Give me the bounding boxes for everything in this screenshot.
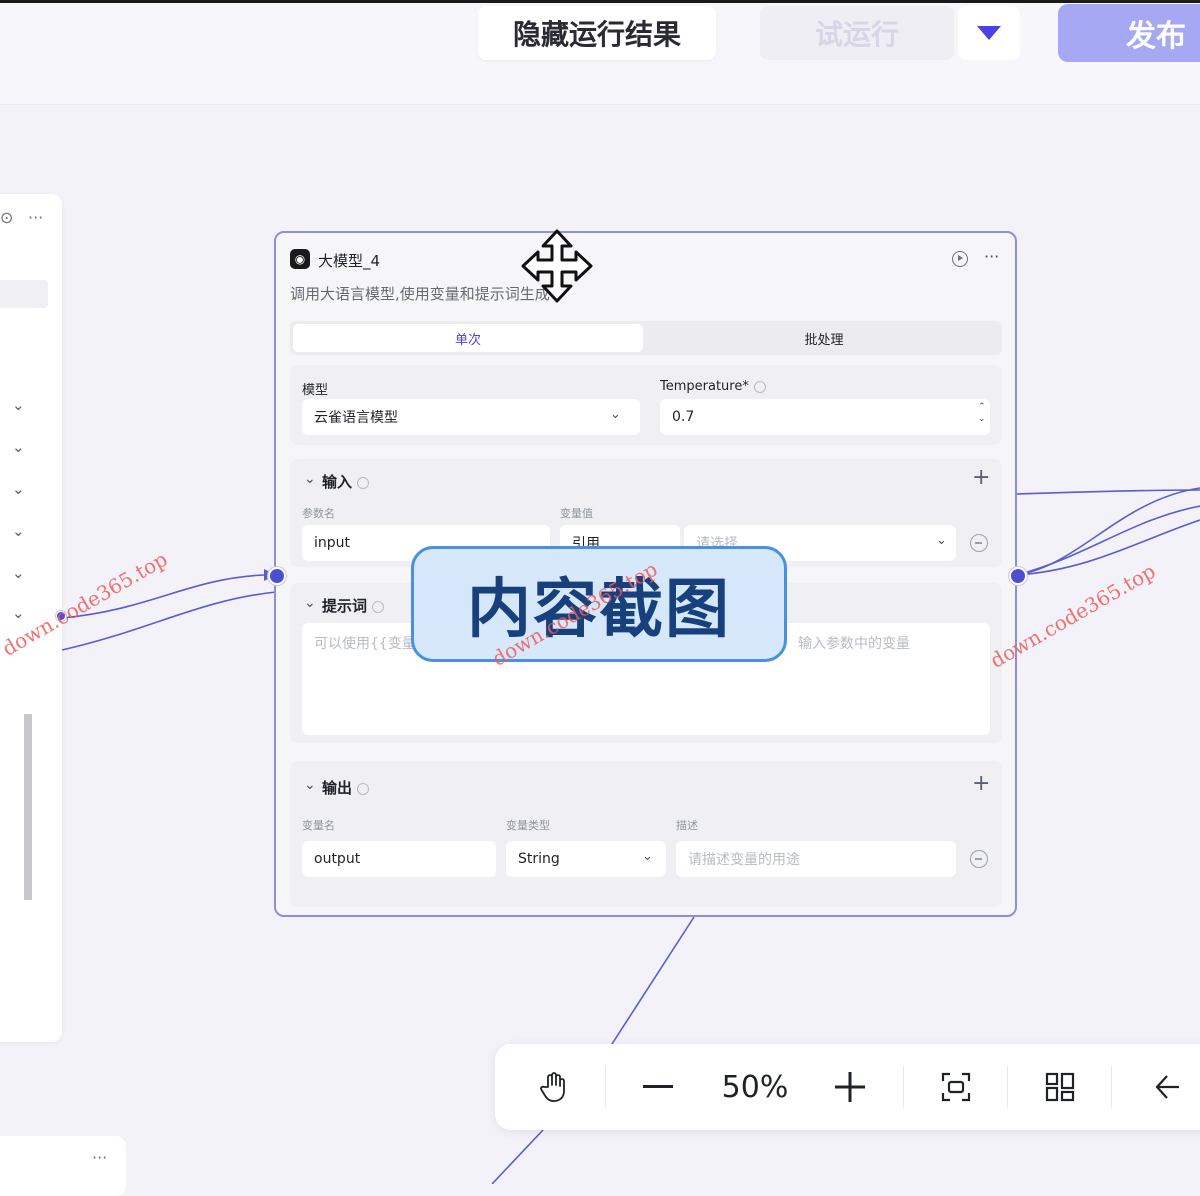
- desc-header: 描述: [676, 819, 698, 832]
- param-name-value: input: [314, 535, 351, 551]
- info-icon[interactable]: [372, 600, 385, 613]
- chevron-down-icon[interactable]: ⌄: [304, 471, 316, 487]
- model-select[interactable]: 云雀语言模型: [302, 399, 640, 435]
- more-icon[interactable]: ···: [984, 247, 999, 266]
- chevron-down-icon[interactable]: ⌄: [12, 522, 25, 540]
- chevron-down-icon: ⌄: [642, 849, 653, 864]
- node-description: 调用大语言模型,使用变量和提示词生成: [290, 285, 550, 303]
- input-title: 输入: [322, 471, 370, 492]
- toolbar-divider: [1007, 1066, 1008, 1108]
- plus-icon[interactable]: +: [972, 467, 990, 489]
- top-bar: 隐藏运行结果 试运行 发布: [0, 0, 1200, 105]
- left-panel-tab[interactable]: [0, 280, 48, 308]
- zoom-out-icon[interactable]: [635, 1064, 681, 1110]
- hand-icon[interactable]: [531, 1064, 577, 1110]
- toolbar-divider: [903, 1066, 904, 1108]
- chevron-down-icon[interactable]: ⌄: [12, 604, 25, 622]
- var-name-header: 变量名: [302, 819, 335, 832]
- var-type-header: 变量类型: [506, 819, 550, 832]
- llm-node-icon: ◉: [290, 249, 310, 269]
- chevron-down-icon[interactable]: ⌄: [12, 396, 25, 414]
- output-section: ⌄ 输出 + 变量名 变量类型 描述 output String ⌄ 请描述变量…: [290, 761, 1002, 907]
- run-mode-tabs: 单次 批处理: [290, 321, 1002, 355]
- info-icon[interactable]: [357, 476, 370, 489]
- prompt-title: 提示词: [322, 595, 385, 616]
- output-var-type-value: String: [518, 851, 560, 867]
- bottom-left-card: ···: [0, 1136, 126, 1196]
- hide-results-button[interactable]: 隐藏运行结果: [478, 6, 716, 60]
- caret-down-icon: [977, 26, 1001, 40]
- chevron-down-icon[interactable]: ⌄: [12, 438, 25, 456]
- model-section: 模型 云雀语言模型 ⌄ Temperature* 0.7 ⌃ ⌄: [290, 365, 1002, 445]
- output-desc-input[interactable]: 请描述变量的用途: [676, 841, 956, 877]
- chevron-down-icon[interactable]: ⌄: [304, 595, 316, 611]
- chevron-down-icon[interactable]: ⌄: [12, 480, 25, 498]
- tab-batch[interactable]: 批处理: [650, 324, 998, 352]
- plus-icon[interactable]: +: [972, 773, 990, 795]
- llm-node-input-port[interactable]: [268, 567, 286, 585]
- test-run-dropdown-button[interactable]: [958, 6, 1020, 60]
- node-title[interactable]: 大模型_4: [318, 250, 380, 271]
- publish-button[interactable]: 发布: [1058, 4, 1200, 62]
- prompt-placeholder-right: 输入参数中的变量: [798, 636, 910, 652]
- test-run-button[interactable]: 试运行: [760, 6, 954, 60]
- info-icon[interactable]: [357, 782, 370, 795]
- model-label: 模型: [302, 383, 329, 398]
- toolbar-divider: [1111, 1066, 1112, 1108]
- temperature-value: 0.7: [672, 409, 695, 425]
- top-divider: [0, 0, 1200, 3]
- chevron-down-icon: ⌄: [936, 533, 947, 548]
- toolbar-divider: [605, 1066, 606, 1108]
- minus-circle-icon[interactable]: [970, 534, 988, 552]
- chevron-down-icon: ⌄: [610, 407, 621, 422]
- play-icon[interactable]: ⊙: [0, 208, 13, 227]
- chevron-down-icon[interactable]: ⌄: [304, 777, 316, 793]
- play-icon[interactable]: [952, 251, 968, 267]
- layout-icon[interactable]: [1037, 1064, 1083, 1110]
- scrollbar-thumb[interactable]: [24, 714, 32, 900]
- output-title: 输出: [322, 777, 370, 798]
- left-panel-scrollbar[interactable]: [20, 704, 34, 1004]
- output-var-name-value: output: [314, 851, 361, 867]
- prompt-placeholder-left: 可以使用{{变量: [314, 636, 416, 652]
- stepper-icon[interactable]: ⌃ ⌄: [978, 401, 986, 425]
- zoom-level[interactable]: 50%: [715, 1064, 795, 1110]
- collapse-icon[interactable]: [1141, 1064, 1187, 1110]
- var-value-header: 变量值: [560, 507, 593, 520]
- model-value: 云雀语言模型: [314, 410, 398, 426]
- tab-single[interactable]: 单次: [293, 324, 643, 352]
- temperature-label: Temperature*: [660, 379, 766, 394]
- zoom-in-icon[interactable]: [827, 1064, 873, 1110]
- minus-circle-icon[interactable]: [970, 850, 988, 868]
- more-icon[interactable]: ···: [92, 1148, 107, 1167]
- more-icon[interactable]: ···: [28, 208, 43, 227]
- temperature-input[interactable]: 0.7: [660, 399, 990, 435]
- param-name-header: 参数名: [302, 507, 335, 520]
- info-icon[interactable]: [753, 380, 766, 393]
- llm-node-output-port[interactable]: [1009, 567, 1027, 585]
- canvas-toolbar: 50%: [495, 1044, 1200, 1130]
- output-var-name-input[interactable]: output: [302, 841, 496, 877]
- output-desc-placeholder: 请描述变量的用途: [688, 852, 800, 868]
- move-cursor-icon: [521, 229, 593, 303]
- chevron-down-icon[interactable]: ⌄: [12, 564, 25, 582]
- fit-view-icon[interactable]: [933, 1064, 979, 1110]
